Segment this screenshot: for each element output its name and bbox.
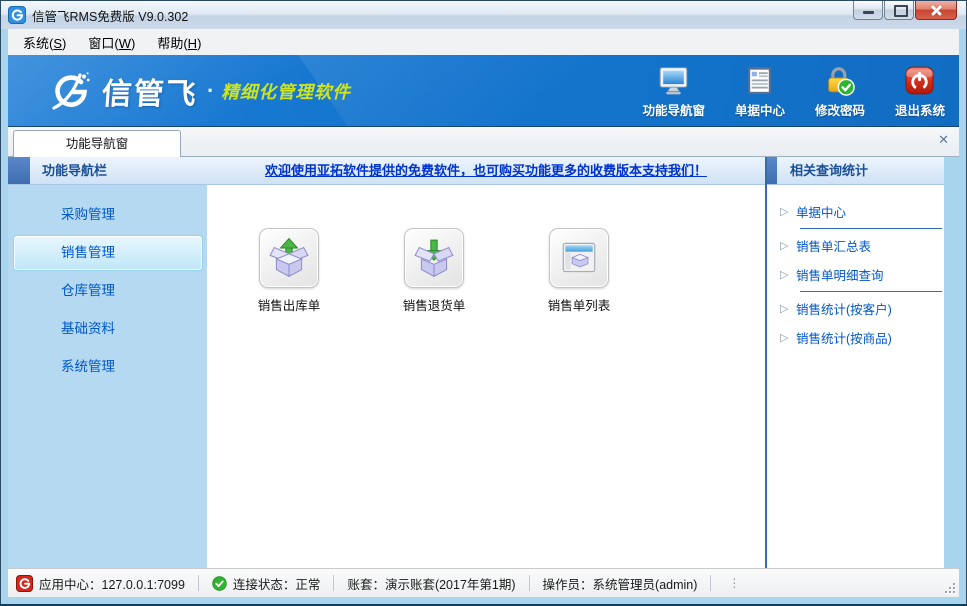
menu-item-help[interactable]: 帮助(H) bbox=[146, 30, 212, 55]
sidebar-item-purchase[interactable]: 采购管理 bbox=[8, 196, 207, 234]
triangle-bullet-icon: ▷ bbox=[780, 205, 796, 218]
app-window: 信管飞RMS免费版 V9.0.302 系统(S) 窗口(W) 帮助(H) 信管 bbox=[0, 0, 967, 606]
maximize-icon bbox=[894, 5, 908, 17]
welcome-banner: 欢迎使用亚拓软件提供的免费软件，也可购买功能更多的收费版本支持我们！ bbox=[207, 157, 765, 185]
status-separator bbox=[529, 575, 530, 591]
status-grip-dots-icon: ⋮ bbox=[728, 576, 740, 590]
status-operator: 操作员：系统管理员(admin) bbox=[543, 574, 698, 593]
brand-tagline: 精细化管理软件 bbox=[221, 79, 351, 104]
brand: 信管飞 · 精细化管理软件 bbox=[50, 69, 351, 113]
status-app-center: 应用中心：127.0.0.1:7099 bbox=[16, 574, 185, 593]
sidebar-item-system[interactable]: 系统管理 bbox=[8, 348, 207, 386]
brand-separator: · bbox=[207, 78, 214, 104]
tab-close-icon[interactable]: ✕ bbox=[938, 132, 949, 148]
nav-panel-title: 功能导航栏 bbox=[42, 163, 107, 178]
lock-check-icon bbox=[823, 64, 856, 97]
query-item-stats-by-customer[interactable]: ▷ 销售统计(按客户) bbox=[767, 294, 944, 323]
titlebar: 信管飞RMS免费版 V9.0.302 bbox=[1, 1, 966, 29]
triangle-bullet-icon: ▷ bbox=[780, 302, 796, 315]
toolbar-document-center-button[interactable]: 单据中心 bbox=[735, 64, 785, 119]
sidebar-item-sales[interactable]: 销售管理 bbox=[8, 234, 207, 272]
connection-ok-icon bbox=[212, 576, 227, 591]
window-title: 信管飞RMS免费版 V9.0.302 bbox=[32, 6, 188, 25]
nav-header-marker bbox=[8, 157, 30, 184]
query-panel: 相关查询统计 ▷ 单据中心 ▷ 销售单汇总表 ▷ 销售单明细查询 ▷ bbox=[767, 157, 944, 568]
shortcut-sales-order-list[interactable]: 销售单列表 bbox=[543, 228, 615, 314]
tabstrip: 功能导航窗 ✕ bbox=[8, 127, 959, 157]
document-list-icon bbox=[743, 64, 776, 97]
menu-item-system[interactable]: 系统(S) bbox=[12, 30, 77, 55]
sidebar-item-basic-data[interactable]: 基础资料 bbox=[8, 310, 207, 348]
toolbar-exit-button[interactable]: 退出系统 bbox=[895, 64, 945, 119]
list-window-icon bbox=[549, 228, 609, 288]
status-separator bbox=[710, 575, 711, 591]
statusbar: 应用中心：127.0.0.1:7099 连接状态：正常 账套：演示账套(2017… bbox=[8, 568, 959, 597]
sidebar-item-warehouse[interactable]: 仓库管理 bbox=[8, 272, 207, 310]
minimize-button[interactable] bbox=[853, 1, 883, 20]
shortcut-grid: 销售出库单 销售退货单 bbox=[207, 185, 765, 314]
xinguanfei-red-logo-icon bbox=[16, 575, 33, 592]
close-button[interactable] bbox=[915, 1, 957, 20]
query-item-sales-detail[interactable]: ▷ 销售单明细查询 bbox=[767, 260, 944, 289]
banner-toolbar: 功能导航窗 单据中心 bbox=[642, 64, 945, 119]
query-item-stats-by-product[interactable]: ▷ 销售统计(按商品) bbox=[767, 323, 944, 352]
query-panel-header: 相关查询统计 bbox=[767, 157, 944, 185]
window-controls bbox=[853, 1, 957, 20]
query-divider bbox=[800, 291, 942, 292]
minimize-icon bbox=[863, 11, 874, 14]
tab-nav-window[interactable]: 功能导航窗 bbox=[13, 130, 181, 157]
welcome-link[interactable]: 欢迎使用亚拓软件提供的免费软件，也可购买功能更多的收费版本支持我们！ bbox=[265, 163, 707, 178]
app-logo-icon[interactable] bbox=[8, 6, 26, 24]
triangle-bullet-icon: ▷ bbox=[780, 331, 796, 344]
triangle-bullet-icon: ▷ bbox=[780, 268, 796, 281]
shortcut-sales-outbound[interactable]: 销售出库单 bbox=[253, 228, 325, 314]
query-item-sales-summary[interactable]: ▷ 销售单汇总表 bbox=[767, 231, 944, 260]
client-area: 功能导航栏 欢迎使用亚拓软件提供的免费软件，也可购买功能更多的收费版本支持我们！… bbox=[8, 157, 944, 568]
triangle-bullet-icon: ▷ bbox=[780, 239, 796, 252]
query-item-document-center[interactable]: ▷ 单据中心 bbox=[767, 197, 944, 226]
power-icon bbox=[903, 64, 936, 97]
status-separator bbox=[198, 575, 199, 591]
nav-panel-header: 功能导航栏 欢迎使用亚拓软件提供的免费软件，也可购买功能更多的收费版本支持我们！ bbox=[8, 157, 765, 185]
xinguanfei-swoosh-icon bbox=[50, 70, 92, 112]
query-divider bbox=[800, 228, 942, 229]
brand-name: 信管飞 bbox=[100, 69, 199, 113]
menu-item-window[interactable]: 窗口(W) bbox=[77, 30, 146, 55]
monitor-icon bbox=[657, 64, 690, 97]
shortcut-sales-return[interactable]: 销售退货单 bbox=[398, 228, 470, 314]
resize-grip[interactable] bbox=[944, 582, 956, 594]
status-separator bbox=[333, 575, 334, 591]
toolbar-nav-window-button[interactable]: 功能导航窗 bbox=[642, 64, 705, 119]
menubar: 系统(S) 窗口(W) 帮助(H) bbox=[8, 29, 959, 55]
box-arrow-up-icon bbox=[259, 228, 319, 288]
banner: 信管飞 · 精细化管理软件 功能导航窗 bbox=[8, 55, 959, 127]
close-icon bbox=[936, 10, 967, 28]
status-account: 账套：演示账套(2017年第1期) bbox=[347, 574, 515, 593]
status-connection: 连接状态：正常 bbox=[212, 574, 321, 593]
query-panel-title: 相关查询统计 bbox=[790, 163, 868, 178]
toolbar-change-password-button[interactable]: 修改密码 bbox=[815, 64, 865, 119]
nav-sidebar: 采购管理 销售管理 仓库管理 基础资料 系统管理 bbox=[8, 185, 207, 568]
main-content: 销售出库单 销售退货单 bbox=[207, 185, 765, 568]
box-arrow-down-icon bbox=[404, 228, 464, 288]
query-header-marker bbox=[767, 157, 777, 184]
maximize-button[interactable] bbox=[884, 1, 914, 20]
